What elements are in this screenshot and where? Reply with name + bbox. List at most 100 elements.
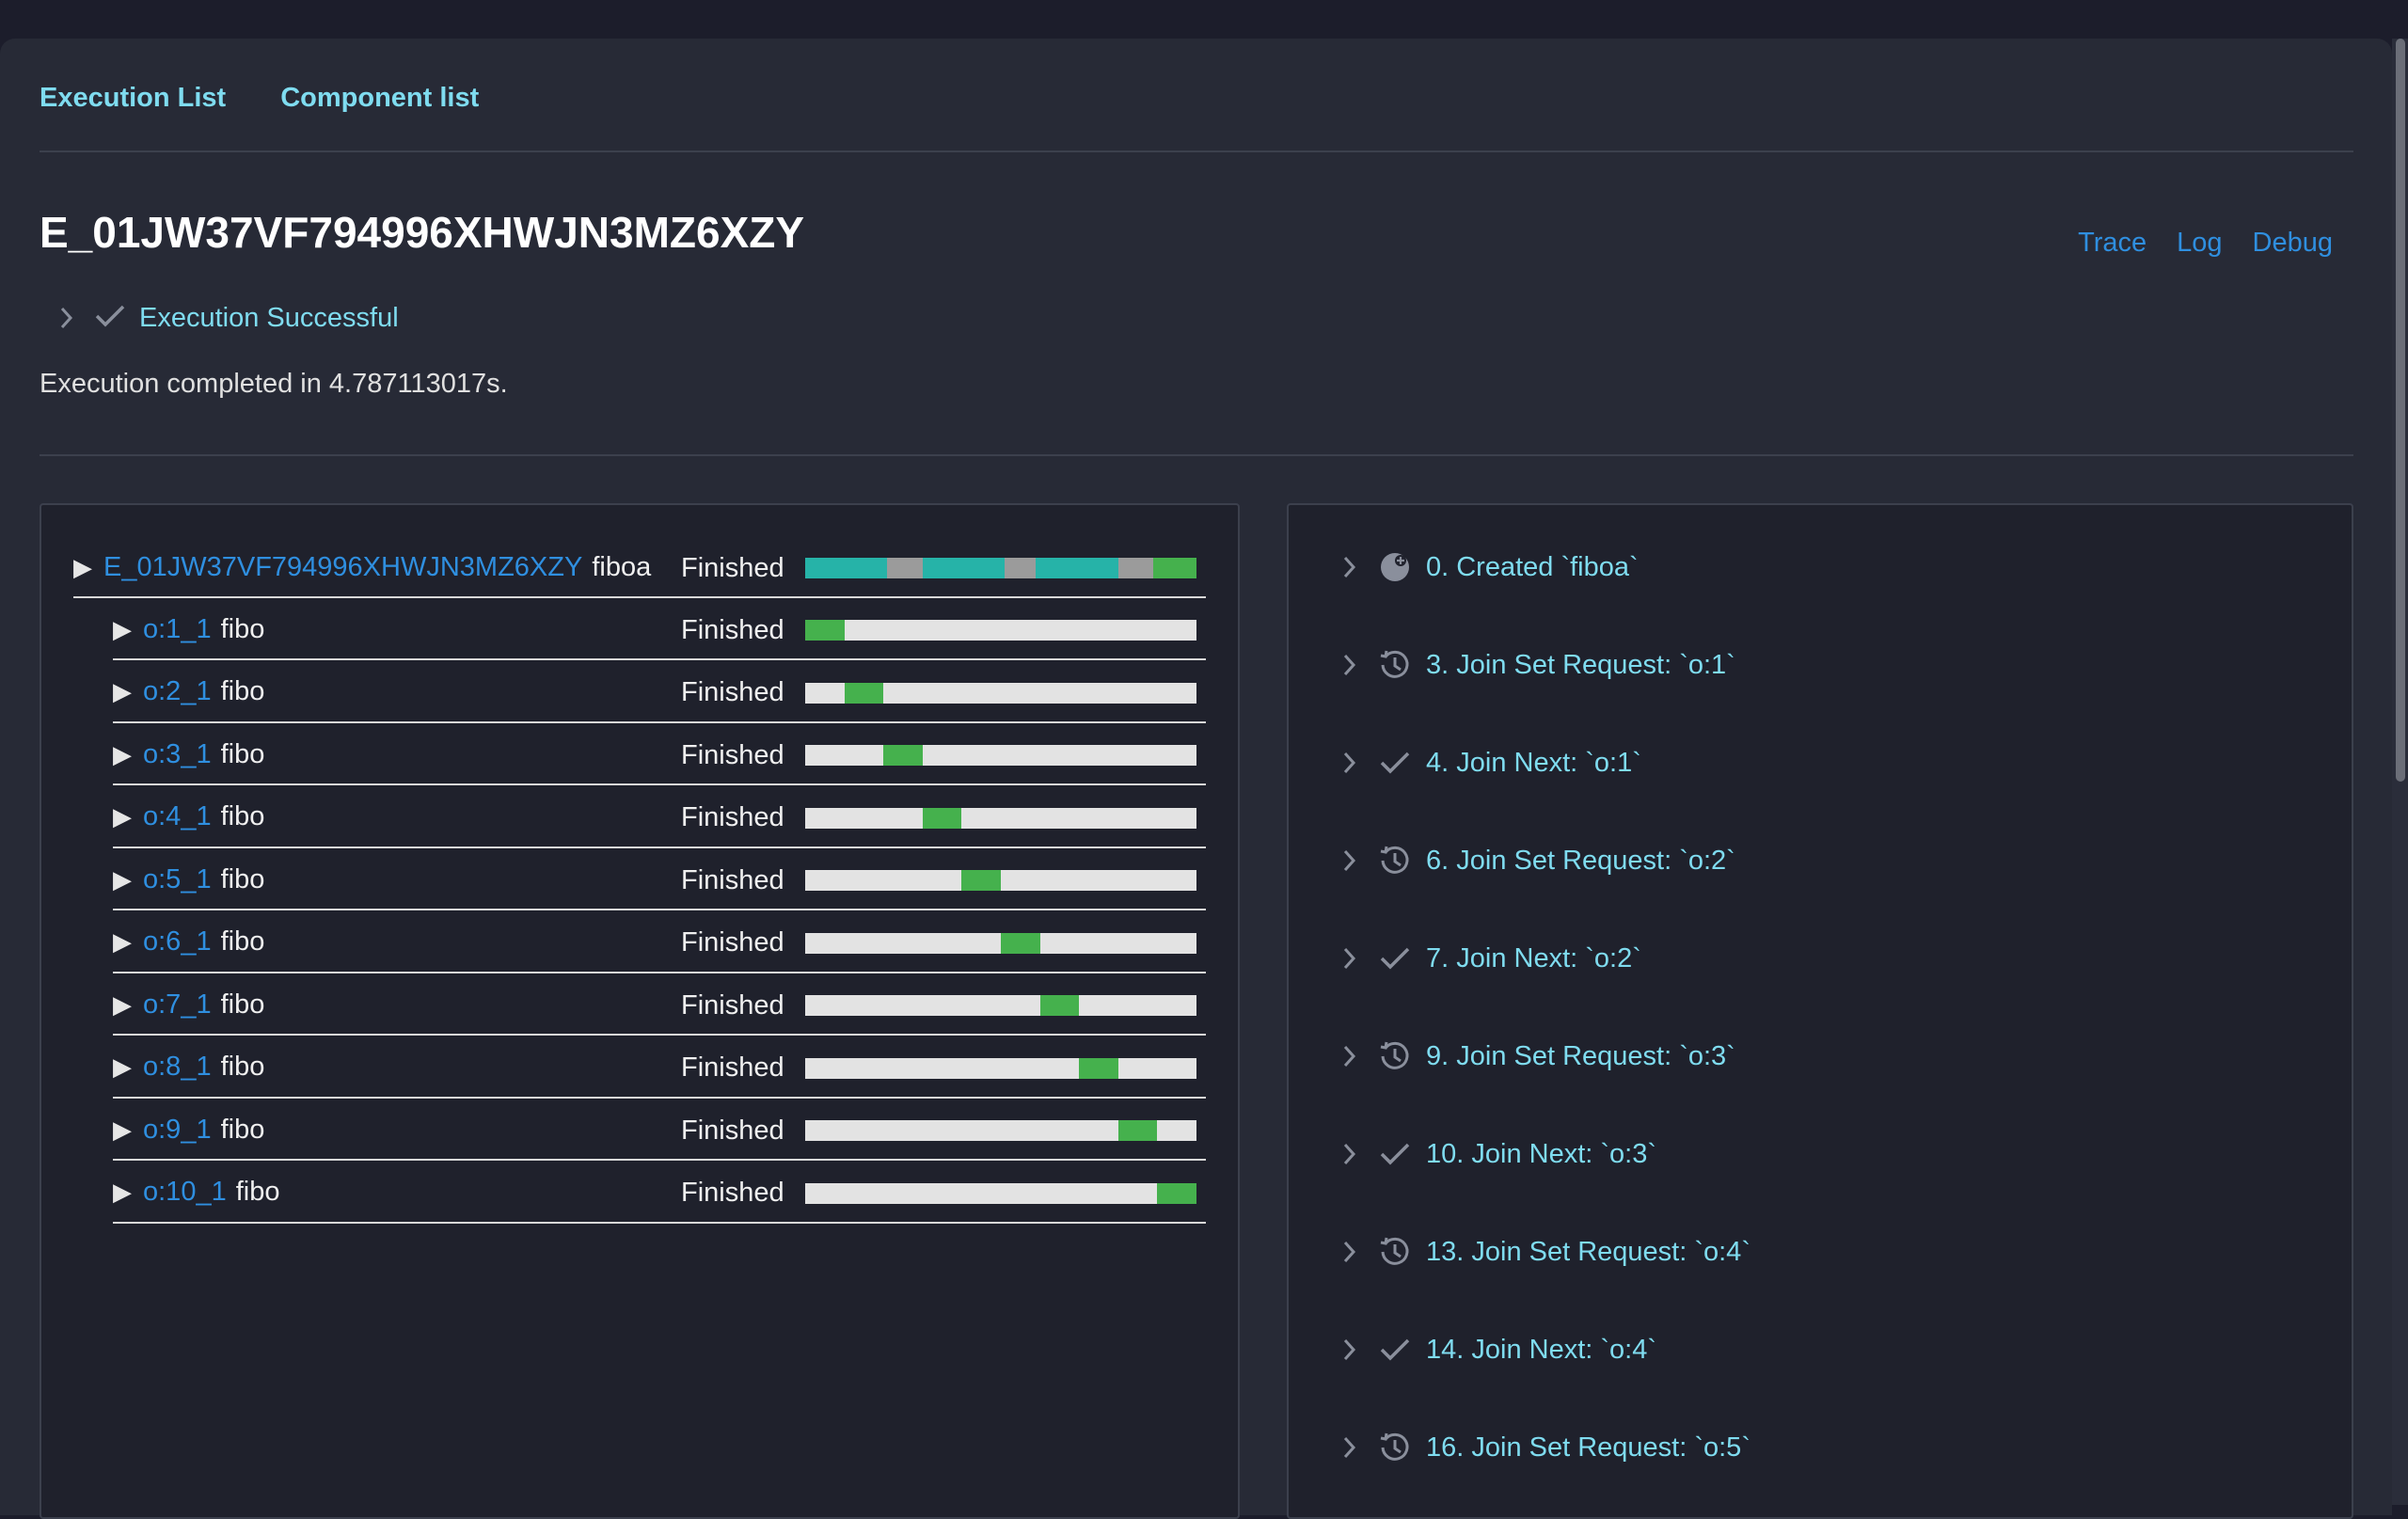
execution-link[interactable]: o:8_1 bbox=[143, 1052, 212, 1083]
check-icon bbox=[1377, 745, 1413, 781]
event-item[interactable]: 13. Join Set Request: `o:4` bbox=[1336, 1231, 1751, 1273]
event-item[interactable]: 0. Created `fiboa` bbox=[1336, 546, 1639, 588]
event-item[interactable]: 14. Join Next: `o:4` bbox=[1336, 1329, 1656, 1370]
nav-component-list[interactable]: Component list bbox=[280, 83, 479, 114]
timeline-segment bbox=[1117, 1057, 1196, 1079]
timeline-segment bbox=[844, 682, 884, 704]
timeline-bar bbox=[805, 995, 1196, 1016]
execution-summary: Execution completed in 4.787113017s. bbox=[40, 369, 508, 399]
function-name: fibo bbox=[220, 676, 265, 706]
timeline-segment bbox=[961, 807, 1196, 829]
execution-link[interactable]: o:5_1 bbox=[143, 864, 212, 895]
check-icon bbox=[1377, 1332, 1413, 1368]
expand-triangle-icon[interactable]: ▶ bbox=[113, 1116, 143, 1145]
nav-execution-list[interactable]: Execution List bbox=[40, 83, 226, 114]
expand-triangle-icon[interactable]: ▶ bbox=[113, 677, 143, 706]
status-label: Finished bbox=[681, 1115, 784, 1146]
function-name: fibo bbox=[220, 926, 265, 957]
expand-triangle-icon[interactable]: ▶ bbox=[113, 802, 143, 831]
chevron-right-icon[interactable] bbox=[1336, 1240, 1364, 1264]
chevron-right-icon[interactable] bbox=[1336, 1044, 1364, 1068]
chevron-right-icon[interactable] bbox=[53, 299, 81, 337]
function-name: fibo bbox=[220, 1052, 265, 1082]
chevron-right-icon[interactable] bbox=[1336, 751, 1364, 775]
execution-link[interactable]: o:10_1 bbox=[143, 1177, 227, 1208]
event-item[interactable]: 7. Join Next: `o:2` bbox=[1336, 938, 1641, 979]
execution-link[interactable]: o:3_1 bbox=[143, 739, 212, 770]
expand-triangle-icon[interactable]: ▶ bbox=[113, 1052, 143, 1082]
expand-triangle-icon[interactable]: ▶ bbox=[113, 740, 143, 769]
history-icon bbox=[1377, 1038, 1413, 1074]
execution-link[interactable]: o:9_1 bbox=[143, 1115, 212, 1146]
timeline-bar bbox=[805, 1120, 1196, 1141]
status-label: Finished bbox=[681, 927, 784, 957]
timeline-bar bbox=[805, 682, 1196, 704]
debug-link[interactable]: Debug bbox=[2253, 228, 2333, 259]
event-item[interactable]: 10. Join Next: `o:3` bbox=[1336, 1133, 1656, 1175]
chevron-right-icon[interactable] bbox=[1336, 555, 1364, 579]
timeline-segment bbox=[922, 558, 1006, 578]
chevron-right-icon[interactable] bbox=[1336, 848, 1364, 873]
execution-link[interactable]: o:7_1 bbox=[143, 989, 212, 1021]
event-item[interactable]: 16. Join Set Request: `o:5` bbox=[1336, 1427, 1751, 1468]
timeline-segment bbox=[922, 807, 962, 829]
timeline-segment bbox=[805, 995, 1040, 1016]
expand-triangle-icon[interactable]: ▶ bbox=[113, 990, 143, 1020]
timeline-segment bbox=[1079, 1057, 1118, 1079]
status-label: Finished bbox=[681, 739, 784, 770]
check-icon bbox=[1377, 941, 1413, 976]
function-name: fibo bbox=[220, 738, 265, 769]
trace-link[interactable]: Trace bbox=[2078, 228, 2147, 259]
timeline-segment bbox=[805, 1182, 1158, 1204]
event-item[interactable]: 4. Join Next: `o:1` bbox=[1336, 742, 1641, 783]
event-label: 16. Join Set Request: `o:5` bbox=[1426, 1432, 1751, 1463]
timeline-bar bbox=[805, 745, 1196, 766]
timeline-segment bbox=[1157, 1120, 1196, 1141]
created-icon bbox=[1377, 549, 1413, 585]
chevron-right-icon[interactable] bbox=[1336, 1337, 1364, 1362]
timeline-segment bbox=[805, 558, 888, 578]
expand-triangle-icon[interactable]: ▶ bbox=[113, 615, 143, 644]
history-icon bbox=[1377, 1430, 1413, 1465]
timeline-segment bbox=[805, 1057, 1080, 1079]
timeline-bar bbox=[805, 1057, 1196, 1079]
log-link[interactable]: Log bbox=[2177, 228, 2222, 259]
event-label: 3. Join Set Request: `o:1` bbox=[1426, 649, 1735, 680]
timeline-segment bbox=[1036, 558, 1118, 578]
top-nav: Execution List Component list bbox=[40, 83, 479, 114]
divider bbox=[40, 150, 2353, 152]
status-label: Finished bbox=[681, 677, 784, 707]
status-label: Finished bbox=[681, 1178, 784, 1208]
check-icon bbox=[94, 302, 126, 335]
expand-triangle-icon[interactable]: ▶ bbox=[113, 1178, 143, 1207]
execution-link[interactable]: o:2_1 bbox=[143, 676, 212, 707]
event-item[interactable]: 9. Join Set Request: `o:3` bbox=[1336, 1036, 1735, 1077]
scrollbar-thumb[interactable] bbox=[2396, 39, 2405, 782]
execution-link[interactable]: o:1_1 bbox=[143, 614, 212, 645]
function-name: fibo bbox=[220, 801, 265, 831]
expand-triangle-icon[interactable]: ▶ bbox=[113, 865, 143, 894]
execution-link[interactable]: o:4_1 bbox=[143, 801, 212, 832]
function-name: fibo bbox=[235, 1177, 280, 1207]
page-title: E_01JW37VF794996XHWJN3MZ6XZY bbox=[40, 208, 805, 257]
timeline-segment bbox=[844, 620, 1196, 641]
check-icon bbox=[1377, 1136, 1413, 1172]
expand-triangle-icon[interactable]: ▶ bbox=[73, 553, 103, 582]
expand-triangle-icon[interactable]: ▶ bbox=[113, 927, 143, 957]
timeline-segment bbox=[922, 745, 1196, 766]
timeline-segment bbox=[1000, 870, 1196, 891]
timeline-segment bbox=[1001, 932, 1040, 954]
execution-link[interactable]: E_01JW37VF794996XHWJN3MZ6XZY bbox=[103, 552, 582, 583]
timeline-bar bbox=[805, 870, 1196, 891]
event-item[interactable]: 6. Join Set Request: `o:2` bbox=[1336, 840, 1735, 881]
event-item[interactable]: 3. Join Set Request: `o:1` bbox=[1336, 644, 1735, 686]
timeline-segment bbox=[805, 932, 1001, 954]
chevron-right-icon[interactable] bbox=[1336, 653, 1364, 677]
chevron-right-icon[interactable] bbox=[1336, 946, 1364, 971]
timeline-segment bbox=[883, 682, 1196, 704]
function-name: fibo bbox=[220, 613, 265, 644]
status-label: Finished bbox=[681, 614, 784, 645]
chevron-right-icon[interactable] bbox=[1336, 1142, 1364, 1166]
chevron-right-icon[interactable] bbox=[1336, 1435, 1364, 1460]
execution-link[interactable]: o:6_1 bbox=[143, 926, 212, 957]
